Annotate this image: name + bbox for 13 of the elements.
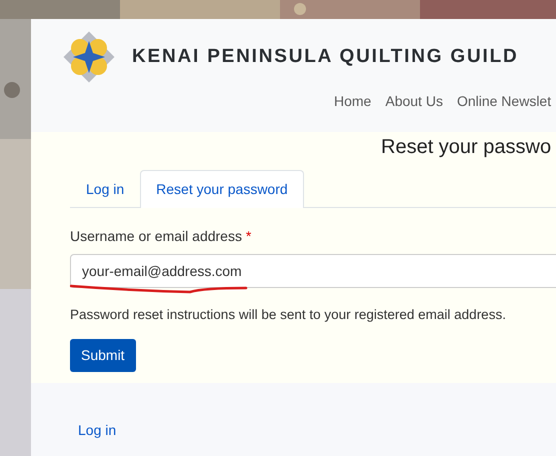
help-text: Password reset instructions will be sent to your registered email address. (70, 306, 507, 324)
email-field[interactable]: your-email@address.com (70, 254, 556, 288)
nav-link[interactable]: Home (334, 91, 372, 112)
nav-link[interactable]: About Us (385, 91, 443, 112)
login-link[interactable]: Log in (78, 422, 116, 438)
submit-button[interactable]: Submit (70, 339, 136, 372)
nav-link[interactable]: Online Newslet (456, 91, 552, 112)
site-title: KENAI PENINSULA QUILTING GUILD (132, 44, 518, 69)
page-heading: Reset your passwo (381, 135, 552, 160)
tab[interactable]: Reset your password (140, 170, 304, 208)
tab[interactable]: Log in (70, 170, 140, 208)
field-label: Username or email address (70, 228, 242, 244)
required-mark: * (246, 228, 252, 244)
